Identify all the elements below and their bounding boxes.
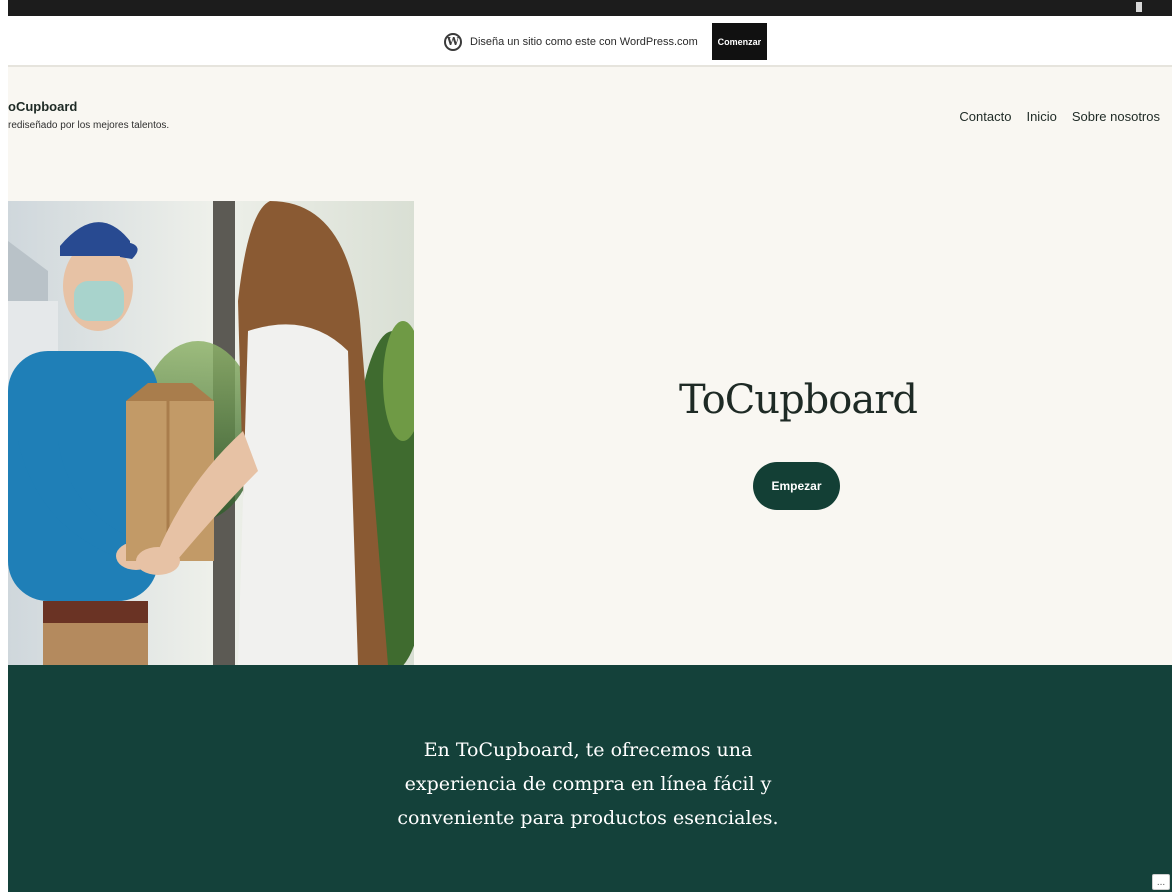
more-options-button[interactable]: ... bbox=[1152, 874, 1170, 890]
promo-content: W Diseña un sitio como este con WordPres… bbox=[444, 23, 767, 60]
nav-item-inicio[interactable]: Inicio bbox=[1026, 109, 1056, 124]
top-bar-marker bbox=[1136, 2, 1142, 12]
hero-title: ToCupboard bbox=[679, 377, 918, 423]
wordpress-promo-banner: W Diseña un sitio como este con WordPres… bbox=[8, 16, 1172, 67]
nav-item-sobre-nosotros[interactable]: Sobre nosotros bbox=[1072, 109, 1160, 124]
wordpress-logo-icon: W bbox=[444, 32, 462, 51]
top-bar bbox=[8, 0, 1172, 16]
comenzar-button[interactable]: Comenzar bbox=[711, 23, 767, 60]
intro-text: En ToCupboard, te ofrecemos una experien… bbox=[397, 739, 779, 829]
hero-illustration bbox=[8, 201, 414, 665]
site-title[interactable]: oCupboard bbox=[8, 99, 77, 114]
hero-image-delivery bbox=[8, 201, 414, 665]
promo-text: Diseña un sitio como este con WordPress.… bbox=[470, 35, 698, 48]
intro-band: En ToCupboard, te ofrecemos una experien… bbox=[8, 665, 1172, 892]
main-nav: Contacto Inicio Sobre nosotros bbox=[959, 109, 1160, 124]
site-header-hero: oCupboard rediseñado por los mejores tal… bbox=[8, 67, 1172, 665]
nav-item-contacto[interactable]: Contacto bbox=[959, 109, 1011, 124]
empezar-button[interactable]: Empezar bbox=[753, 462, 840, 510]
site-tagline: rediseñado por los mejores talentos. bbox=[8, 120, 170, 131]
